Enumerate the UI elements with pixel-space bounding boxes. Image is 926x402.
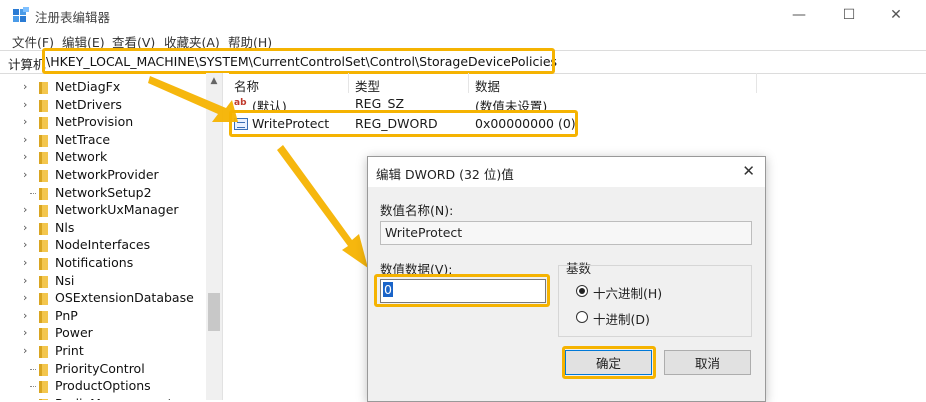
radio-dec[interactable] bbox=[576, 311, 588, 323]
base-group: 十六进制(H) 十进制(D) bbox=[558, 265, 752, 337]
data-field-highlight bbox=[374, 274, 550, 307]
radio-dec-label[interactable]: 十进制(D) bbox=[593, 309, 650, 328]
value-name-label: 数值名称(N): bbox=[380, 203, 454, 218]
radio-hex[interactable] bbox=[576, 285, 588, 297]
radio-hex-label[interactable]: 十六进制(H) bbox=[593, 283, 662, 302]
dialog-close-icon[interactable]: ✕ bbox=[742, 162, 755, 180]
dialog-title: 编辑 DWORD (32 位)值 bbox=[376, 167, 514, 182]
ok-button-highlight bbox=[562, 346, 656, 379]
value-name-field: WriteProtect bbox=[380, 221, 752, 245]
arrow-to-row bbox=[148, 76, 238, 122]
arrow-to-data bbox=[277, 145, 368, 268]
dialog-title-bar: 编辑 DWORD (32 位)值 ✕ bbox=[368, 157, 765, 187]
cancel-button[interactable]: 取消 bbox=[664, 350, 751, 375]
